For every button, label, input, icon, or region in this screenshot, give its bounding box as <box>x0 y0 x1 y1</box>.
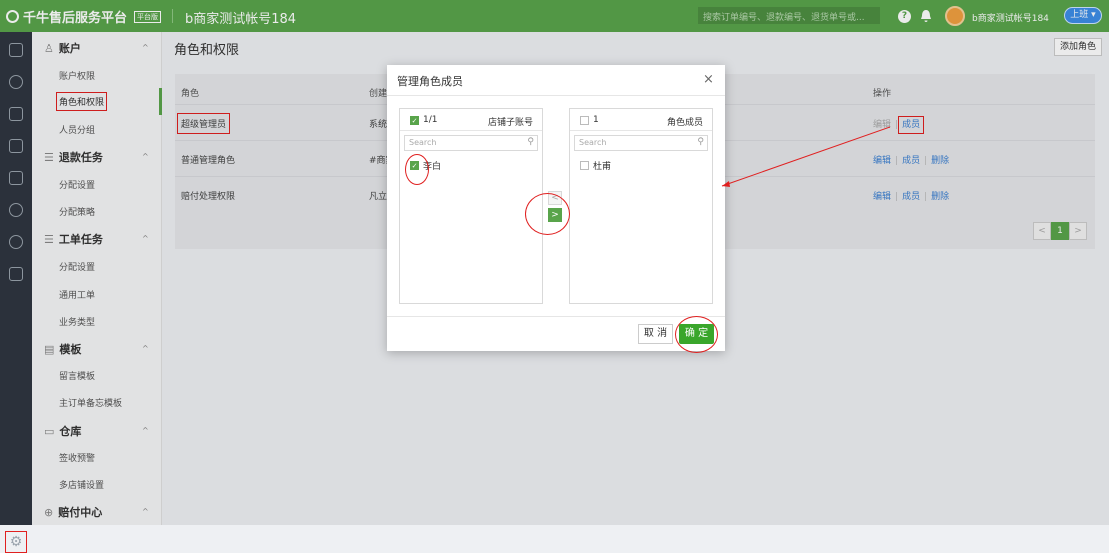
search-icon: ⚲ <box>697 137 704 147</box>
divider <box>387 316 725 317</box>
panel-title: 角色成员 <box>666 118 703 128</box>
source-search-input[interactable]: Search ⚲ <box>404 135 538 151</box>
selection-count: 1/1 <box>423 115 438 125</box>
annotation-circle <box>675 316 718 353</box>
select-all-checkbox[interactable]: ✓ <box>410 116 419 125</box>
gear-icon[interactable]: ⚙ <box>5 531 27 553</box>
close-icon[interactable]: × <box>703 72 714 87</box>
annotation-circle <box>405 154 429 185</box>
selection-count: 1 <box>593 115 599 125</box>
search-icon: ⚲ <box>527 137 534 147</box>
list-item[interactable]: 杜甫 <box>593 159 611 172</box>
target-search-input[interactable]: Search ⚲ <box>574 135 708 151</box>
panel-header: 1 角色成员 <box>570 109 712 131</box>
cancel-button[interactable]: 取 消 <box>638 324 673 344</box>
select-all-checkbox[interactable] <box>580 116 589 125</box>
panel-header: ✓ 1/1 店铺子账号 <box>400 109 542 131</box>
dialog-title: 管理角色成员 <box>397 75 463 88</box>
divider <box>387 95 725 96</box>
source-list-panel: ✓ 1/1 店铺子账号 Search ⚲ ✓ 李白 <box>399 108 543 304</box>
annotation-circle <box>525 193 570 235</box>
item-checkbox[interactable] <box>580 161 589 170</box>
panel-title: 店铺子账号 <box>487 118 533 128</box>
target-list-panel: 1 角色成员 Search ⚲ 杜甫 <box>569 108 713 304</box>
